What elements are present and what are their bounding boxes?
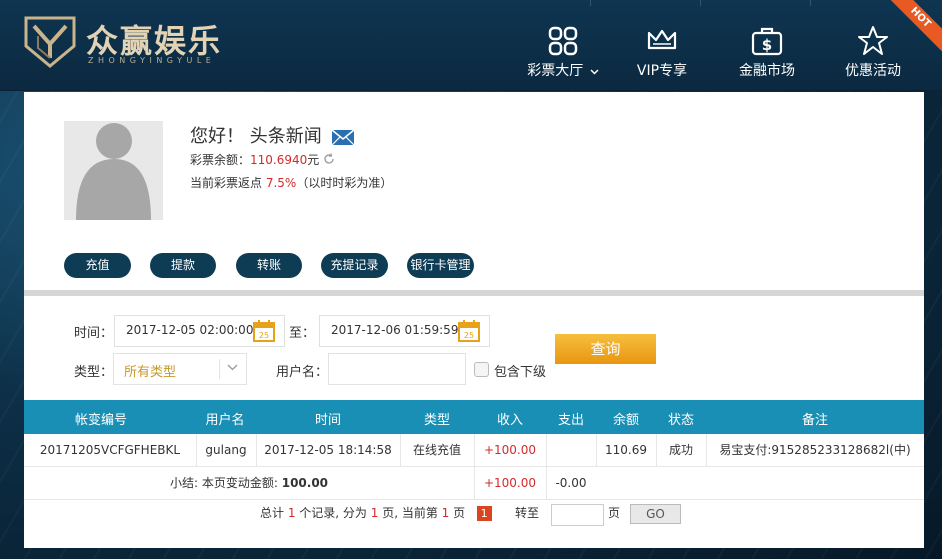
greeting-text: 您好！ 头条新闻 xyxy=(190,126,322,147)
greeting: 您好！ 头条新闻 xyxy=(190,122,355,148)
include-subordinates-checkbox[interactable] xyxy=(474,362,489,377)
chevron-down-icon xyxy=(227,364,238,371)
avatar xyxy=(64,121,163,220)
section-divider xyxy=(24,290,924,296)
brand-logo[interactable] xyxy=(24,14,76,68)
mail-icon[interactable] xyxy=(331,128,355,146)
type-label: 类型： xyxy=(74,365,114,380)
col-header-balance: 余额 xyxy=(612,413,639,428)
user-silhouette-icon xyxy=(76,123,151,220)
pagination: 总计 1 个记录, 分为 1 页, 当前第 1 页 1 转至 页 GO xyxy=(24,498,924,528)
nav-label: 金融市场 xyxy=(739,63,795,79)
transaction-records-button[interactable]: 充提记录 xyxy=(321,253,388,278)
nav-label: VIP专享 xyxy=(636,63,688,79)
balance-value: 110.6940 xyxy=(250,153,308,167)
col-header-remark: 备注 xyxy=(801,413,828,428)
nav-label: 优惠活动 xyxy=(845,63,901,79)
nav-finance[interactable]: $ 金融市场 xyxy=(734,0,800,90)
balance-unit: 元 xyxy=(307,153,320,167)
summary-income: +100.00 xyxy=(474,467,547,499)
goto-page-input[interactable] xyxy=(551,504,604,526)
start-date-value: 2017-12-05 02:00:00 xyxy=(126,323,254,337)
end-date-value: 2017-12-06 01:59:59 xyxy=(331,323,459,337)
nav-vip[interactable]: VIP专享 xyxy=(632,0,692,90)
goto-label: 转至 xyxy=(515,506,540,520)
summary-label: 小结: 本页变动金额: xyxy=(170,476,282,490)
transfer-button[interactable]: 转账 xyxy=(236,253,302,278)
cell-id: 20171205VCFGFHEBKL xyxy=(24,434,197,466)
type-select[interactable]: 所有类型 xyxy=(113,353,247,385)
summary-expense: -0.00 xyxy=(555,476,587,490)
nav-label: 彩票大厅 xyxy=(527,63,584,79)
cell-time: 2017-12-05 18:14:58 xyxy=(256,434,401,466)
type-select-value: 所有类型 xyxy=(124,365,177,380)
time-label: 时间： xyxy=(74,326,114,341)
to-label: 至： xyxy=(289,326,316,341)
hot-badge: HOT xyxy=(888,0,942,54)
col-header-expense: 支出 xyxy=(557,413,584,428)
nav-divider xyxy=(810,0,811,6)
grid-icon xyxy=(548,26,578,56)
username-label: 用户名： xyxy=(276,365,329,380)
svg-text:$: $ xyxy=(762,36,772,54)
cell-username: gulang xyxy=(196,434,257,466)
cell-status: 成功 xyxy=(656,434,707,466)
top-header: 众赢娱乐 ZHONGYINGYULE 彩票大厅 VIP专享 $ 金融市场 优惠活… xyxy=(0,0,942,91)
calendar-icon[interactable]: 25 xyxy=(457,319,481,343)
cell-income: +100.00 xyxy=(474,434,547,466)
pagination-summary: 总计 1 个记录, 分为 1 页, 当前第 1 页 1 xyxy=(260,498,492,528)
summary-amount: 100.00 xyxy=(281,476,329,490)
cell-balance: 110.69 xyxy=(596,434,657,466)
hot-badge-label: HOT xyxy=(888,0,942,52)
calendar-day: 25 xyxy=(464,331,474,340)
go-button[interactable]: GO xyxy=(630,504,681,524)
page-number-button[interactable]: 1 xyxy=(476,506,492,521)
account-panel: 您好！ 头条新闻 彩票余额：110.6940元 当前彩票返点 7.5%（以时时彩… xyxy=(24,92,924,548)
cell-expense xyxy=(546,434,597,466)
star-icon xyxy=(858,26,888,55)
end-date-field[interactable]: 2017-12-06 01:59:59 25 xyxy=(319,315,490,347)
dollar-briefcase-icon: $ xyxy=(751,27,783,56)
nav-lottery-hall[interactable]: 彩票大厅 xyxy=(520,0,606,90)
query-button[interactable]: 查询 xyxy=(555,334,656,364)
username-input[interactable] xyxy=(328,353,466,385)
col-header-id: 帐变编号 xyxy=(74,413,127,428)
crown-icon xyxy=(647,29,677,50)
rebate-note: （以时时彩为准） xyxy=(296,176,393,190)
calendar-day: 25 xyxy=(259,331,269,340)
bank-card-button[interactable]: 银行卡管理 xyxy=(407,253,474,278)
balance-line: 彩票余额：110.6940元 xyxy=(190,151,335,168)
rebate-line: 当前彩票返点 7.5%（以时时彩为准） xyxy=(190,174,392,191)
table-row: 20171205VCFGFHEBKL gulang 2017-12-05 18:… xyxy=(24,434,924,467)
deposit-button[interactable]: 充值 xyxy=(64,253,131,278)
col-header-income: 收入 xyxy=(496,413,523,428)
refresh-icon[interactable] xyxy=(323,153,335,165)
include-subordinates-label: 包含下级 xyxy=(494,365,547,380)
col-header-type: 类型 xyxy=(423,413,450,428)
pager-page-suffix: 页 xyxy=(449,506,466,520)
chevron-down-icon xyxy=(590,69,599,75)
rebate-label: 当前彩票返点 xyxy=(190,176,263,190)
summary-row: 小结: 本页变动金额: 100.00 +100.00 -0.00 xyxy=(24,467,924,500)
brand-subtitle: ZHONGYINGYULE xyxy=(88,56,216,65)
pager-records-text: 个记录, 分为 xyxy=(295,506,371,520)
pager-pages-text: 页, 当前第 xyxy=(378,506,442,520)
col-header-time: 时间 xyxy=(314,413,341,428)
nav-divider xyxy=(700,0,701,6)
calendar-icon[interactable]: 25 xyxy=(252,319,276,343)
cell-remark: 易宝支付:915285233128682l(中) xyxy=(719,443,911,457)
table-header: 帐变编号 用户名 时间 类型 收入 支出 余额 状态 备注 xyxy=(24,400,924,434)
balance-label: 彩票余额： xyxy=(190,153,251,167)
pager-total-prefix: 总计 xyxy=(260,506,288,520)
cell-type: 在线充值 xyxy=(400,434,475,466)
withdraw-button[interactable]: 提款 xyxy=(150,253,216,278)
page-label: 页 xyxy=(608,506,621,520)
rebate-value: 7.5% xyxy=(265,176,297,190)
select-divider xyxy=(219,359,220,379)
col-header-username: 用户名 xyxy=(205,413,245,428)
summary-text: 小结: 本页变动金额: 100.00 xyxy=(170,467,328,499)
summary-cell: 小结: 本页变动金额: 100.00 xyxy=(24,467,475,499)
col-header-status: 状态 xyxy=(667,413,694,428)
start-date-field[interactable]: 2017-12-05 02:00:00 25 xyxy=(114,315,285,347)
